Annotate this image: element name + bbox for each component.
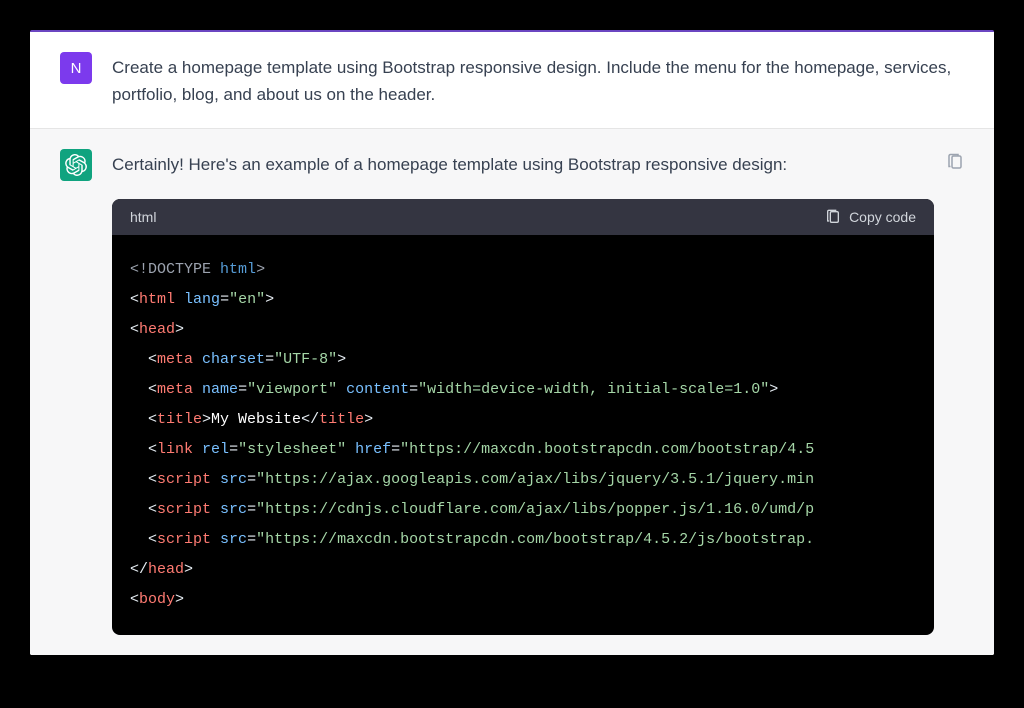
- clipboard-icon: [825, 209, 841, 225]
- code-header: html Copy code: [112, 199, 934, 235]
- assistant-avatar: [60, 149, 92, 181]
- code-block: html Copy code <!DOCTYPE html> <html lan…: [112, 199, 934, 635]
- copy-code-button[interactable]: Copy code: [825, 209, 916, 225]
- assistant-message-text: Certainly! Here's an example of a homepa…: [112, 149, 934, 178]
- copy-code-label: Copy code: [849, 209, 916, 225]
- assistant-content: Certainly! Here's an example of a homepa…: [112, 149, 964, 634]
- user-message-text: Create a homepage template using Bootstr…: [112, 52, 964, 108]
- code-content[interactable]: <!DOCTYPE html> <html lang="en"> <head> …: [112, 235, 934, 635]
- assistant-message-row: Certainly! Here's an example of a homepa…: [30, 129, 994, 654]
- user-avatar: N: [60, 52, 92, 84]
- clipboard-icon[interactable]: [946, 153, 964, 171]
- chat-container: N Create a homepage template using Boots…: [30, 30, 994, 655]
- openai-logo-icon: [65, 154, 87, 176]
- code-language-label: html: [130, 209, 156, 225]
- user-message-row: N Create a homepage template using Boots…: [30, 32, 994, 129]
- user-avatar-letter: N: [71, 60, 82, 77]
